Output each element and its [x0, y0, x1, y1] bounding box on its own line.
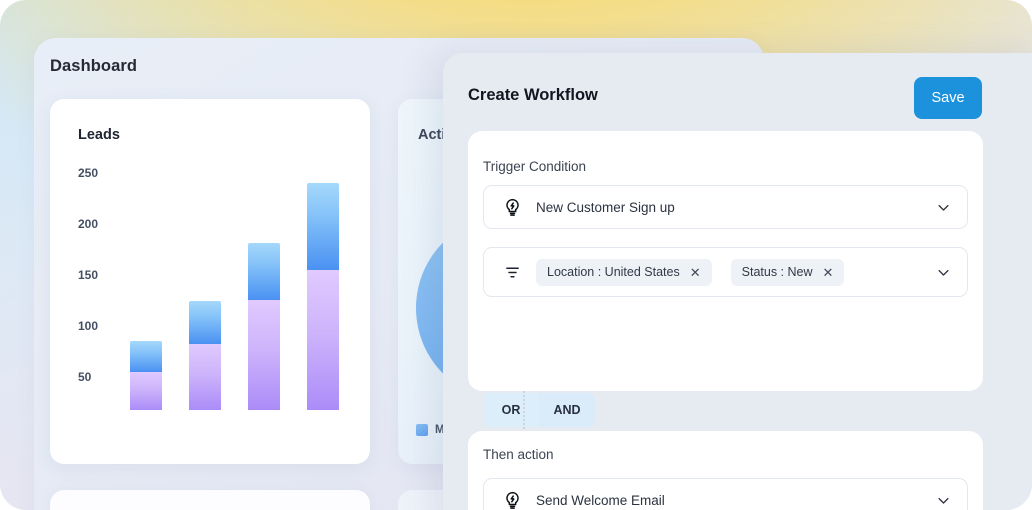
modal-title: Create Workflow: [468, 86, 598, 104]
filter-icon[interactable]: [502, 262, 522, 282]
bar-segment-upper: [248, 243, 280, 301]
chevron-down-icon[interactable]: [935, 492, 951, 508]
filter-chip-label: Status : New: [741, 265, 813, 279]
action-select-value: Send Welcome Email: [536, 492, 665, 508]
dashboard-card-bottom-left: [50, 490, 370, 510]
workflow-connector-line: [523, 391, 525, 433]
bar-wk2: [189, 300, 221, 410]
filter-chip-label: Location : United States: [547, 265, 680, 279]
bar-segment-lower: [130, 371, 162, 410]
action-section-label: Then action: [483, 447, 554, 462]
action-select[interactable]: Send Welcome Email: [483, 478, 968, 510]
y-axis-tick: 250: [78, 166, 99, 180]
trigger-select-value: New Customer Sign up: [536, 199, 675, 215]
close-icon[interactable]: ✕: [823, 266, 834, 279]
modal-header: Create Workflow Save: [443, 53, 1032, 131]
legend-swatch-icon: [416, 424, 428, 436]
filter-chip-location[interactable]: Location : United States ✕: [536, 258, 712, 286]
leads-chart-card: Leads 250 200 150 100 50: [50, 99, 370, 464]
bulb-zap-icon: [502, 197, 522, 217]
close-icon[interactable]: ✕: [690, 266, 701, 279]
y-axis-tick: 50: [78, 370, 92, 384]
bar-segment-lower: [307, 269, 339, 410]
create-workflow-modal: Create Workflow Save Trigger Condition N…: [443, 53, 1032, 510]
bulb-zap-icon: [502, 490, 522, 510]
bar-wk4: [307, 183, 339, 410]
y-axis-tick: 100: [78, 319, 99, 333]
bar-segment-upper: [307, 183, 339, 270]
filter-conditions-row[interactable]: Location : United States ✕ Status : New …: [483, 247, 968, 297]
bar-segment-lower: [248, 300, 280, 410]
save-button[interactable]: Save: [914, 77, 982, 119]
logic-operator-group[interactable]: OR AND: [483, 393, 595, 427]
leads-bar-chart: 250 200 150 100 50 WK1: [50, 99, 370, 464]
app-root: Dashboard Leads 250 200 150 100 50 Acti …: [0, 0, 1032, 510]
activity-card-title: Acti: [418, 127, 446, 143]
y-axis-tick: 200: [78, 217, 99, 231]
bar-segment-upper: [130, 341, 162, 372]
bar-wk3: [248, 243, 280, 410]
bar-wk1: [130, 341, 162, 410]
filter-chip-status[interactable]: Status : New ✕: [730, 258, 845, 286]
bar-segment-upper: [189, 300, 221, 345]
logic-option-or[interactable]: OR: [483, 393, 539, 427]
bar-segment-lower: [189, 344, 221, 410]
logic-option-and[interactable]: AND: [539, 393, 595, 427]
y-axis-tick: 150: [78, 268, 99, 282]
chevron-down-icon[interactable]: [935, 264, 951, 280]
trigger-section-label: Trigger Condition: [483, 159, 587, 174]
chart-legend: M: [416, 424, 445, 436]
page-title: Dashboard: [50, 57, 138, 75]
chevron-down-icon[interactable]: [935, 199, 951, 215]
trigger-select[interactable]: New Customer Sign up: [483, 185, 968, 229]
